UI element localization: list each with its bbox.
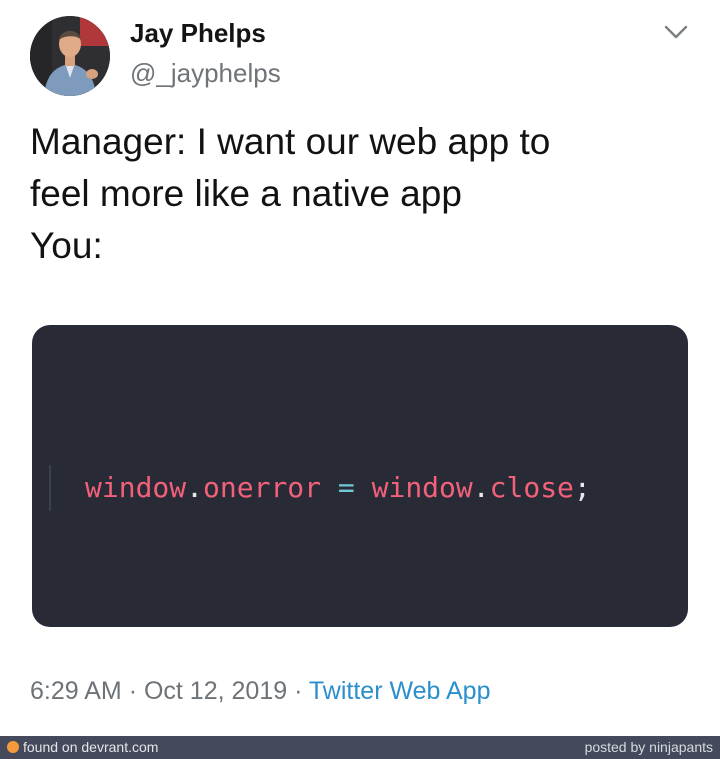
author-handle[interactable]: @_jayphelps [130,58,281,89]
tweet-date[interactable]: Oct 12, 2019 [144,677,287,705]
avatar[interactable] [30,16,110,96]
code-image[interactable]: window.onerror = window.close; [32,325,688,627]
tweet-text: Manager: I want our web app to feel more… [30,116,690,272]
avatar-photo [30,16,110,96]
code-right-identifier: window [371,471,473,504]
author-name[interactable]: Jay Phelps [130,18,266,49]
code-right-property: close [489,471,574,504]
footer-posted-by: posted by ninjapants [584,739,713,755]
tweet-source-link[interactable]: Twitter Web App [309,677,491,705]
code-line: window.onerror = window.close; [85,471,591,504]
devrant-link[interactable]: found on devrant.com [7,739,158,755]
tweet-text-line: You: [30,225,103,266]
devrant-footer: found on devrant.com posted by ninjapant… [0,736,720,759]
code-semicolon: ; [573,471,591,504]
tweet-text-line: feel more like a native app [30,173,462,214]
code-dot: . [186,471,204,504]
tweet-meta: 6:29 AM · Oct 12, 2019 · Twitter Web App [30,677,490,706]
meta-separator: · [128,677,138,705]
devrant-logo-icon [7,741,19,753]
tweet-card: Jay Phelps @_jayphelps Manager: I want o… [0,0,720,736]
tweet-text-line: Manager: I want our web app to [30,121,551,162]
chevron-down-icon[interactable] [662,20,690,44]
code-operator: = [337,471,355,504]
footer-found-on: found on devrant.com [23,739,159,755]
code-dot: . [472,471,490,504]
code-gutter-line [49,465,51,511]
meta-separator: · [294,677,303,705]
code-left-identifier: window [85,471,187,504]
code-left-property: onerror [203,471,322,504]
tweet-time[interactable]: 6:29 AM [30,677,122,705]
